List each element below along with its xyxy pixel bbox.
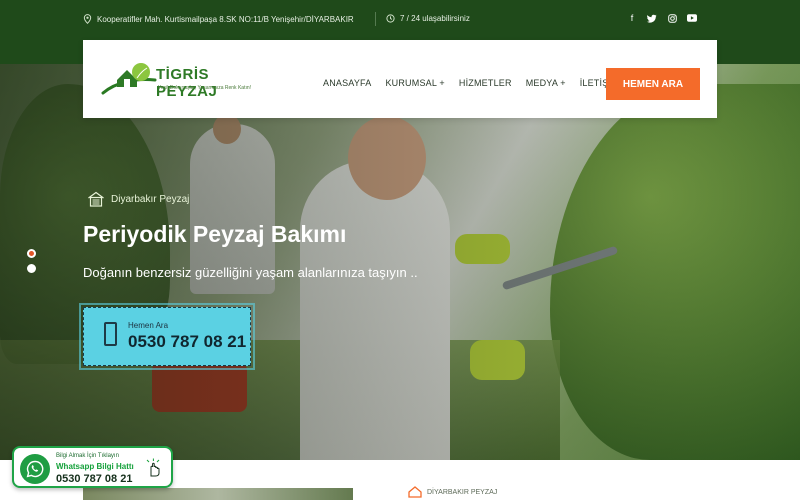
hero-category-label: Diyarbakır Peyzaj (111, 193, 190, 205)
instagram-icon[interactable] (667, 13, 677, 23)
slider-dot[interactable] (27, 264, 36, 273)
social-links: f (627, 13, 697, 23)
facebook-icon[interactable]: f (627, 13, 637, 23)
slider-dot[interactable] (27, 249, 36, 258)
whatsapp-caption: Bilgi Almak İçin Tıklayın (56, 453, 119, 459)
house-icon (88, 191, 104, 207)
house-outline-icon (408, 486, 422, 498)
nav-item-hizmetler[interactable]: HİZMETLER (459, 78, 512, 88)
nav-item-anasayfa[interactable]: ANASAYFA (323, 78, 371, 88)
nav-item-kurumsal[interactable]: KURUMSAL + (385, 78, 444, 88)
youtube-icon[interactable] (687, 13, 697, 23)
pointing-hand-icon (146, 458, 160, 477)
address-text: Kooperatifler Mah. Kurtismailpaşa 8.SK N… (97, 14, 354, 24)
section-photo (83, 488, 353, 500)
topbar-divider (375, 12, 376, 26)
call-now-number: 0530 787 08 21 (128, 332, 247, 351)
call-now-button[interactable]: HEMEN ARA (606, 68, 700, 100)
site-header: TİGRİS PEYZAJ Yeşil Dokunuşlar, Yaşamını… (83, 40, 717, 118)
clock-icon (386, 14, 395, 23)
hours-info: 7 / 24 ulaşabilirsiniz (386, 14, 470, 23)
nav-item-medya[interactable]: MEDYA + (526, 78, 566, 88)
logo-name: TİGRİS PEYZAJ (156, 66, 218, 100)
site-logo[interactable]: TİGRİS PEYZAJ Yeşil Dokunuşlar, Yaşamını… (101, 60, 271, 100)
twitter-icon[interactable] (647, 13, 657, 23)
hero-category: Diyarbakır Peyzaj (87, 191, 189, 207)
section-label: DİYARBAKIR PEYZAJ (427, 488, 498, 496)
section-heading: DİYARBAKIR PEYZAJ (408, 486, 497, 498)
hours-text: 7 / 24 ulaşabilirsiniz (400, 14, 470, 23)
logo-house-leaf-icon (101, 63, 157, 95)
hero-overlay (0, 64, 800, 460)
whatsapp-number: 0530 787 08 21 (56, 473, 133, 485)
mobile-phone-icon (104, 322, 117, 346)
whatsapp-badge[interactable]: Bilgi Almak İçin Tıklayın Whatsapp Bilgi… (12, 446, 173, 488)
call-now-label: Hemen Ara (128, 321, 169, 330)
call-now-box[interactable]: Hemen Ara 0530 787 08 21 (79, 303, 255, 370)
whatsapp-icon (20, 454, 50, 484)
address-info: Kooperatifler Mah. Kurtismailpaşa 8.SK N… (83, 14, 354, 24)
hero-title: Periyodik Peyzaj Bakımı (83, 221, 347, 247)
whatsapp-title: Whatsapp Bilgi Hattı (56, 462, 134, 471)
main-nav: ANASAYFA KURUMSAL + HİZMETLER MEDYA + İL… (323, 78, 619, 88)
hero-slider: Diyarbakır Peyzaj Periyodik Peyzaj Bakım… (0, 64, 800, 460)
hero-subtitle: Doğanın benzersiz güzelliğini yaşam alan… (83, 265, 418, 280)
logo-tagline: Yeşil Dokunuşlar, Yaşamınıza Renk Katın! (158, 85, 252, 91)
slider-dots (27, 249, 36, 273)
location-pin-icon (83, 14, 92, 24)
